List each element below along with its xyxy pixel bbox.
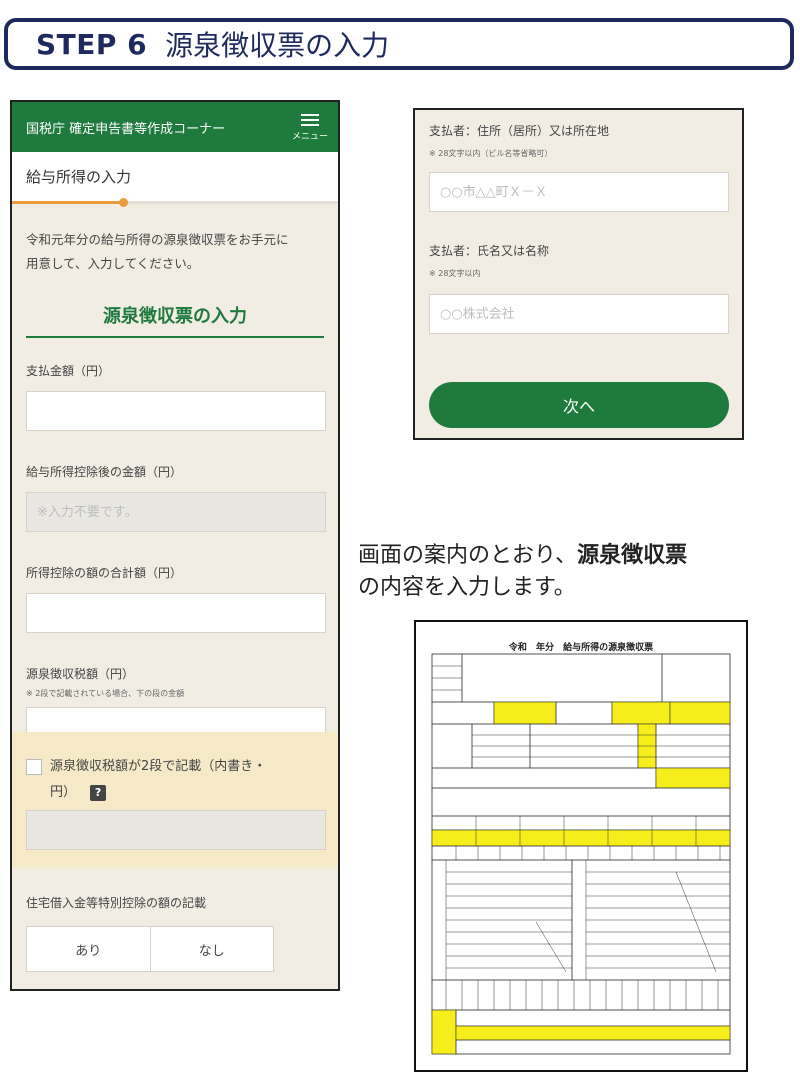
payment-amount-label: 支払金額（円）: [26, 364, 111, 378]
after-deduction-input: [26, 492, 326, 532]
app-header: 国税庁 確定申告書等作成コーナー メニュー: [12, 102, 338, 152]
slip-cell: [431, 787, 731, 817]
housing-loan-no-button[interactable]: なし: [149, 927, 274, 971]
phone-screen-payer-form: 支払者：住所（居所）又は所在地 ※ 28文字以内（ビル名等省略可） 支払者：氏名…: [413, 108, 744, 440]
two-tier-checkbox[interactable]: [26, 759, 42, 775]
form-heading: 源泉徴収票の入力: [26, 302, 324, 338]
slip-highlight: [669, 701, 731, 725]
app-header-title: 国税庁 確定申告書等作成コーナー: [26, 121, 226, 137]
slip-cell: [555, 701, 613, 725]
slip-highlight: [431, 829, 731, 847]
slip-highlight: [655, 767, 731, 789]
slip-cell: [431, 723, 473, 769]
two-tier-checkbox-label-line1: 源泉徴収税額が2段で記載（内書き・: [50, 759, 267, 774]
section-header: 給与所得の入力: [12, 152, 338, 207]
menu-label: メニュー: [291, 132, 328, 142]
intro-line-1: 令和元年分の給与所得の源泉徴収票をお手元に: [26, 232, 289, 247]
two-tier-checkbox-area: 源泉徴収税額が2段で記載（内書き・ 円）?: [12, 732, 338, 868]
caption-line2: の内容を入力します。: [358, 575, 576, 600]
step-banner: STEP 6 源泉徴収票の入力: [4, 18, 794, 70]
payer-address-note: ※ 28文字以内（ビル名等省略可）: [429, 149, 553, 158]
slip-rule: [675, 871, 717, 973]
payer-name-label: 支払者：氏名又は名称: [429, 244, 550, 258]
payer-address-input[interactable]: [429, 172, 729, 212]
inner-amount-input[interactable]: [26, 810, 326, 850]
housing-loan-toggle: あり なし: [26, 926, 274, 972]
slip-cell: [455, 1009, 731, 1027]
deduction-total-input[interactable]: [26, 593, 326, 633]
after-deduction-label: 給与所得控除後の金額（円）: [26, 465, 183, 479]
intro-text: 令和元年分の給与所得の源泉徴収票をお手元に 用意して、入力してください。: [12, 204, 338, 276]
slip-cell: [431, 701, 495, 725]
slip-cell: [461, 653, 663, 703]
intro-line-2: 用意して、入力してください。: [26, 256, 200, 271]
slip-highlight: [431, 1009, 457, 1055]
hamburger-menu-icon: [300, 114, 319, 126]
progress-fill: [12, 201, 123, 204]
withholding-slip-image: 令和 年分 給与所得の源泉徴収票: [414, 620, 748, 1072]
deduction-total-label: 所得控除の額の合計額（円）: [26, 566, 183, 580]
slip-highlight: [611, 701, 671, 725]
step-label: STEP 6: [36, 27, 148, 61]
slip-highlight: [455, 1025, 731, 1041]
help-icon[interactable]: ?: [90, 784, 107, 801]
slip-highlight: [493, 701, 557, 725]
caption: 画面の案内のとおり、源泉徴収票 の内容を入力します。: [358, 540, 687, 604]
caption-line1-bold: 源泉徴収票: [577, 543, 688, 568]
next-button[interactable]: 次へ: [429, 382, 729, 428]
step-title: 源泉徴収票の入力: [165, 29, 390, 62]
slip-rule: [535, 921, 567, 973]
menu-button[interactable]: メニュー: [292, 112, 328, 142]
payment-amount-input[interactable]: [26, 391, 326, 431]
housing-loan-label: 住宅借入金等特別控除の額の記載: [26, 896, 207, 910]
slip-form-grid: [431, 653, 731, 1055]
housing-loan-yes-button[interactable]: あり: [27, 927, 150, 971]
caption-line1-prefix: 画面の案内のとおり、: [358, 543, 578, 568]
payer-address-label: 支払者：住所（居所）又は所在地: [429, 124, 610, 138]
phone-screen-salary-form: 国税庁 確定申告書等作成コーナー メニュー 給与所得の入力 令和元年分の給与所得…: [10, 100, 340, 991]
progress-marker: [118, 198, 128, 207]
slip-cell: [431, 767, 657, 789]
withholding-tax-note: ※ 2段で記載されている場合、下の段の金額: [26, 689, 185, 698]
slip-cell: [431, 979, 731, 1011]
slip-cell: [431, 845, 731, 861]
two-tier-checkbox-row[interactable]: 源泉徴収税額が2段で記載（内書き・ 円）?: [12, 732, 338, 806]
slip-cell: [661, 653, 731, 703]
two-tier-checkbox-label-line2: 円）: [50, 785, 77, 800]
progress-bar: [12, 198, 338, 207]
slip-cell: [431, 815, 731, 831]
slip-cell: [455, 1039, 731, 1055]
withholding-tax-label: 源泉徴収税額（円）: [26, 667, 135, 681]
section-title: 給与所得の入力: [26, 168, 132, 186]
payer-name-input[interactable]: [429, 294, 729, 334]
payer-name-note: ※ 28文字以内: [429, 269, 481, 278]
